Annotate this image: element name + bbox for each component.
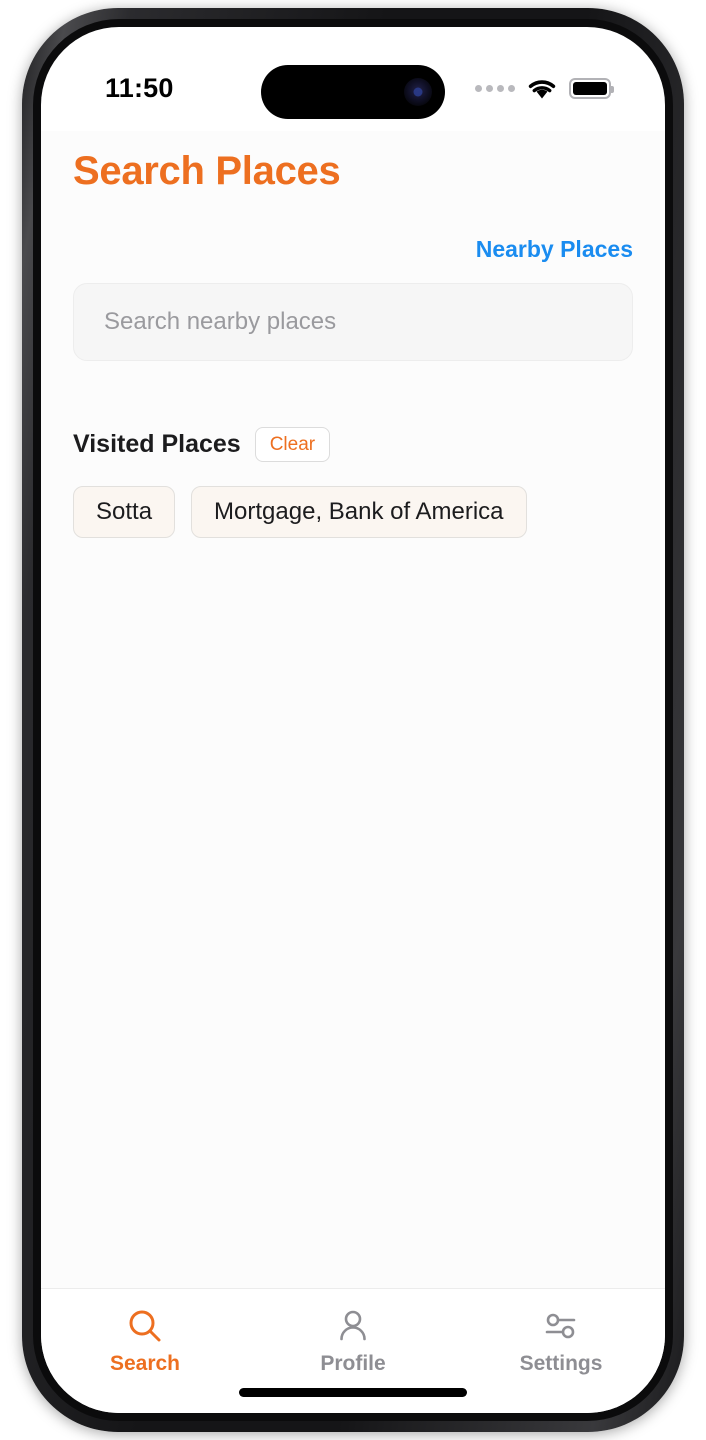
cellular-dots-icon <box>475 85 515 92</box>
page-title: Search Places <box>73 149 341 193</box>
dynamic-island <box>261 65 445 119</box>
status-indicators <box>475 77 614 100</box>
person-icon <box>335 1306 371 1346</box>
visited-places-title: Visited Places <box>73 430 241 458</box>
screenshot-stage: 11:50 Search Places Nearby Places Search… <box>0 0 706 1440</box>
clear-button[interactable]: Clear <box>254 427 331 462</box>
visited-place-chip[interactable]: Sotta <box>73 486 176 538</box>
main-content: Search Places Nearby Places Visited Plac… <box>41 131 665 1289</box>
front-camera-icon <box>404 78 432 106</box>
battery-full-icon <box>569 78 614 99</box>
search-icon <box>126 1306 164 1346</box>
nearby-places-link[interactable]: Nearby Places <box>476 236 633 263</box>
tab-settings[interactable]: Settings <box>457 1289 665 1413</box>
sliders-icon <box>542 1306 580 1346</box>
tab-search-label: Search <box>109 1352 181 1375</box>
phone-frame: 11:50 Search Places Nearby Places Search… <box>22 8 684 1432</box>
phone-screen: 11:50 Search Places Nearby Places Search… <box>41 27 665 1413</box>
search-input[interactable] <box>73 283 633 361</box>
tab-settings-label: Settings <box>519 1352 603 1375</box>
visited-place-chip[interactable]: Mortgage, Bank of America <box>191 486 527 538</box>
tab-search[interactable]: Search <box>41 1289 249 1413</box>
nearby-places-row: Nearby Places <box>73 236 633 263</box>
status-bar: 11:50 <box>41 27 665 131</box>
wifi-icon <box>528 80 556 99</box>
status-time: 11:50 <box>105 73 174 103</box>
tab-profile-label: Profile <box>320 1352 386 1375</box>
visited-places-chip-list: Sotta Mortgage, Bank of America <box>73 486 633 538</box>
visited-places-header: Visited Places Clear <box>73 427 633 462</box>
home-indicator[interactable] <box>239 1388 467 1397</box>
